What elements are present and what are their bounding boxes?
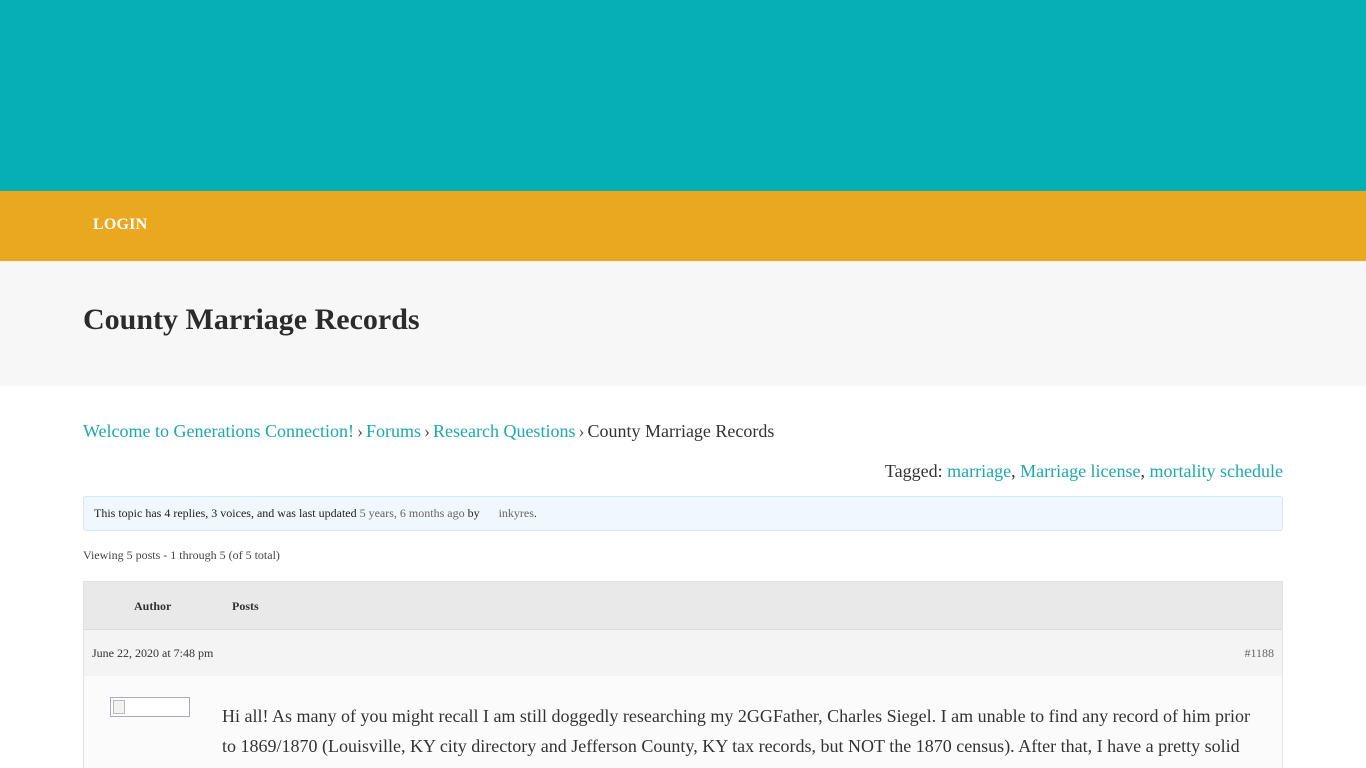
pagination-count: Viewing 5 posts - 1 through 5 (of 5 tota… [83, 548, 280, 562]
topic-info-suffix: . [533, 506, 537, 520]
topic-info-notice: This topic has 4 replies, 3 voices, and … [83, 496, 1283, 531]
tag-link-marriage[interactable]: marriage [947, 461, 1011, 481]
breadcrumb-separator: › [423, 421, 430, 441]
tags-label: Tagged: [884, 461, 943, 481]
breadcrumb-home-link[interactable]: Welcome to Generations Connection! [83, 421, 354, 441]
post-permalink[interactable]: #1188 [1244, 646, 1274, 661]
post-date: June 22, 2020 at 7:48 pm [92, 646, 214, 660]
posts-column-header: Posts [232, 599, 259, 613]
breadcrumb-current: County Marriage Records [587, 421, 775, 441]
login-link[interactable]: LOGIN [93, 216, 147, 234]
main-navigation [0, 191, 1366, 261]
topic-tags: Tagged: marriage, Marriage license, mort… [884, 461, 1283, 481]
tag-link-mortality-schedule[interactable]: mortality schedule [1150, 461, 1283, 481]
breadcrumb-forums-link[interactable]: Forums [366, 421, 421, 441]
site-header [0, 0, 1366, 191]
author-column-header: Author [134, 599, 172, 613]
post-header: June 22, 2020 at 7:48 pm #1188 [84, 630, 1282, 676]
topic-info-by: by [467, 506, 480, 520]
breadcrumb-research-questions-link[interactable]: Research Questions [433, 421, 575, 441]
breadcrumb: Welcome to Generations Connection! › Forum… [83, 421, 774, 442]
topic-last-author-link[interactable]: inkyres [499, 506, 534, 520]
table-header: Author Posts [84, 582, 1282, 630]
tag-link-marriage-license[interactable]: Marriage license [1020, 461, 1140, 481]
topic-freshness-link[interactable]: 5 years, 6 months ago [360, 506, 465, 520]
post-content: Hi all! As many of you might recall I am… [222, 706, 1251, 768]
topic-info-text: This topic has 4 replies, 3 voices, and … [94, 506, 357, 520]
breadcrumb-separator: › [578, 421, 585, 441]
author-avatar[interactable] [110, 697, 190, 717]
topic-posts-table: Author Posts June 22, 2020 at 7:48 pm #1… [83, 581, 1283, 768]
breadcrumb-separator: › [356, 421, 363, 441]
post-body: Hi all! As many of you might recall I am… [84, 676, 1282, 768]
page-title: County Marriage Records [83, 303, 420, 336]
